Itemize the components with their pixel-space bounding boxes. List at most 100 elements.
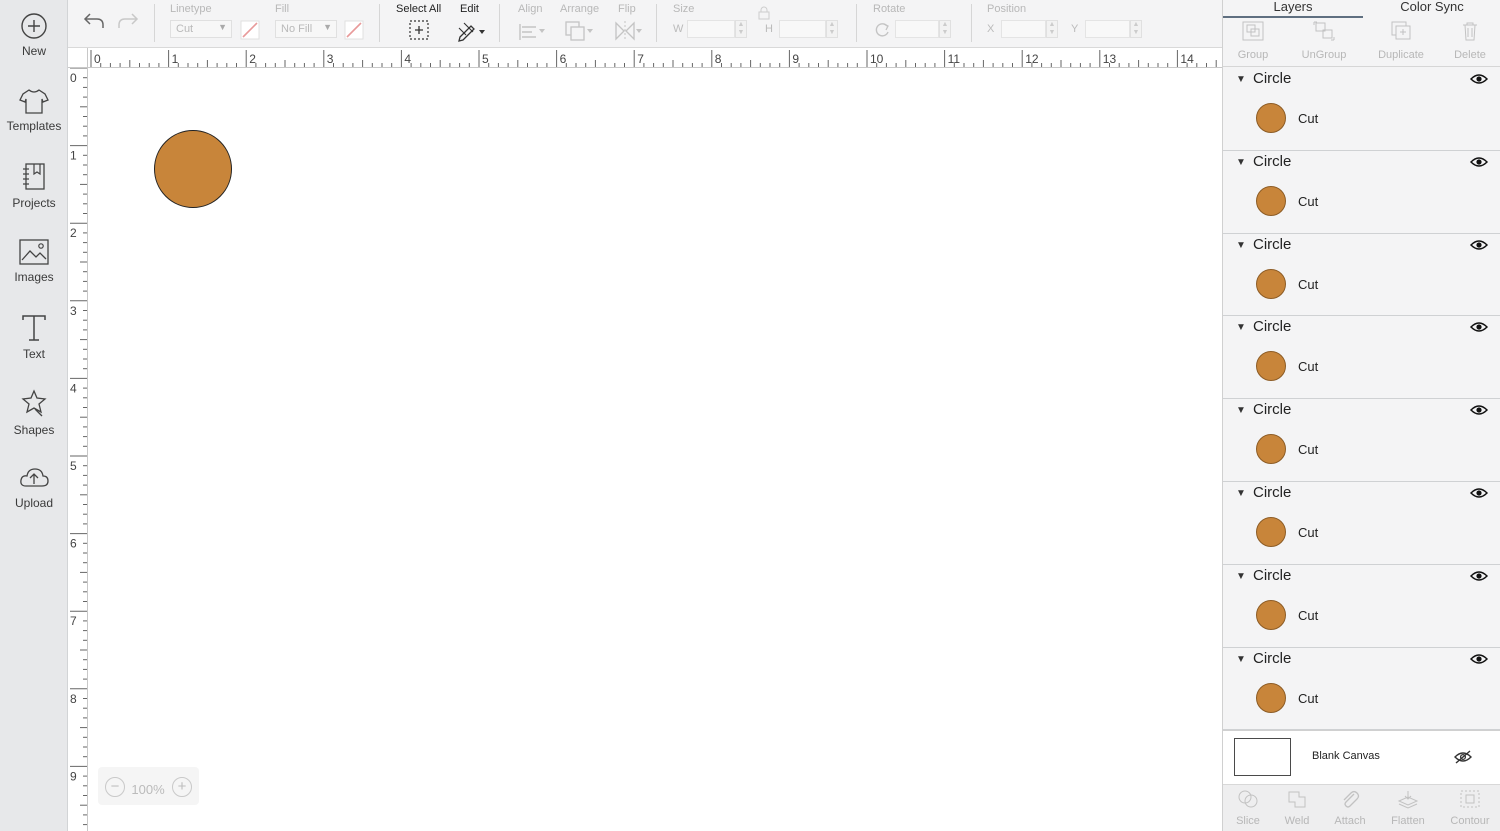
attach-label: Attach bbox=[1334, 815, 1366, 827]
align-icon[interactable] bbox=[518, 20, 548, 42]
eye-icon[interactable] bbox=[1470, 155, 1488, 169]
eye-icon[interactable] bbox=[1470, 320, 1488, 334]
eye-icon[interactable] bbox=[1470, 486, 1488, 500]
position-x-input[interactable] bbox=[1001, 20, 1046, 38]
fill-color-swatch-icon[interactable] bbox=[344, 20, 364, 40]
circle-shape[interactable] bbox=[154, 130, 232, 208]
flatten-button[interactable]: Flatten bbox=[1380, 789, 1436, 827]
sidebar-item-upload[interactable]: Upload bbox=[0, 464, 68, 534]
y-axis-label: Y bbox=[1071, 23, 1079, 35]
weld-button[interactable]: Weld bbox=[1269, 789, 1325, 827]
expand-caret-icon[interactable]: ▼ bbox=[1236, 240, 1246, 251]
edit-pen-icon[interactable] bbox=[456, 20, 488, 42]
blank-canvas-thumbnail[interactable] bbox=[1234, 738, 1291, 776]
undo-icon[interactable] bbox=[82, 11, 106, 31]
zoom-in-button[interactable]: + bbox=[172, 777, 192, 797]
layer-color-swatch[interactable] bbox=[1256, 599, 1286, 630]
sidebar-item-templates[interactable]: Templates bbox=[0, 87, 68, 157]
eye-icon[interactable] bbox=[1470, 238, 1488, 252]
ruler-number: 12 bbox=[1025, 52, 1039, 66]
ungroup-button[interactable]: UnGroup bbox=[1289, 21, 1359, 61]
attach-button[interactable]: Attach bbox=[1322, 789, 1378, 827]
duplicate-button[interactable]: Duplicate bbox=[1366, 21, 1436, 61]
tshirt-icon bbox=[19, 89, 49, 114]
ruler-number: 6 bbox=[560, 52, 567, 66]
flip-icon[interactable] bbox=[614, 20, 644, 42]
zoom-out-button[interactable]: − bbox=[105, 777, 125, 797]
select-all-icon[interactable] bbox=[408, 19, 430, 41]
expand-caret-icon[interactable]: ▼ bbox=[1236, 654, 1246, 665]
layer-color-swatch[interactable] bbox=[1256, 682, 1286, 713]
position-x-stepper[interactable]: ▲ ▼ bbox=[1046, 20, 1058, 38]
height-input[interactable] bbox=[779, 20, 826, 38]
layer-item[interactable]: ▼ Circle Cut bbox=[1223, 399, 1500, 482]
rotate-input[interactable] bbox=[895, 20, 939, 38]
layer-item[interactable]: ▼ Circle Cut bbox=[1223, 481, 1500, 565]
arrange-icon[interactable] bbox=[564, 20, 596, 42]
blank-canvas-row[interactable]: Blank Canvas bbox=[1223, 730, 1500, 784]
layer-item[interactable]: ▼ Circle Cut bbox=[1223, 564, 1500, 648]
expand-caret-icon[interactable]: ▼ bbox=[1236, 405, 1246, 416]
contour-icon bbox=[1460, 790, 1480, 808]
expand-caret-icon[interactable]: ▼ bbox=[1236, 322, 1246, 333]
layer-color-swatch[interactable] bbox=[1256, 103, 1286, 133]
eye-icon[interactable] bbox=[1470, 652, 1488, 666]
layer-item[interactable]: ▼ Circle Cut bbox=[1223, 233, 1500, 317]
redo-icon[interactable] bbox=[116, 11, 140, 31]
sidebar-label: New bbox=[21, 44, 46, 58]
ruler-number: 4 bbox=[404, 52, 411, 66]
expand-caret-icon[interactable]: ▼ bbox=[1236, 157, 1246, 168]
layer-item[interactable]: ▼ Circle Cut bbox=[1223, 150, 1500, 234]
layer-item[interactable]: ▼ Circle Cut bbox=[1223, 647, 1500, 731]
sidebar-item-text[interactable]: Text bbox=[0, 313, 68, 383]
layer-item[interactable]: ▼ Circle Cut bbox=[1223, 68, 1500, 151]
sidebar-item-shapes[interactable]: Shapes bbox=[0, 389, 68, 459]
width-axis-label: W bbox=[673, 23, 684, 35]
eye-icon[interactable] bbox=[1470, 569, 1488, 583]
layer-color-swatch[interactable] bbox=[1256, 268, 1286, 299]
layer-list: ▼ Circle Cut ▼ Circle Cut ▼ Circle Cut ▼… bbox=[1223, 68, 1500, 731]
eye-icon[interactable] bbox=[1470, 72, 1488, 86]
sidebar-item-new[interactable]: New bbox=[0, 12, 68, 82]
position-y-stepper[interactable]: ▲ ▼ bbox=[1130, 20, 1142, 38]
design-canvas[interactable] bbox=[88, 68, 1222, 831]
expand-caret-icon[interactable]: ▼ bbox=[1236, 571, 1246, 582]
layer-color-swatch[interactable] bbox=[1256, 516, 1286, 547]
expand-caret-icon[interactable]: ▼ bbox=[1236, 488, 1246, 499]
layer-color-swatch[interactable] bbox=[1256, 185, 1286, 216]
slice-button[interactable]: Slice bbox=[1220, 789, 1276, 827]
ruler-number: 3 bbox=[327, 52, 334, 66]
tab-color-sync[interactable]: Color Sync bbox=[1363, 0, 1500, 18]
edit-label: Edit bbox=[460, 3, 479, 15]
layer-operation: Cut bbox=[1298, 193, 1319, 209]
sidebar-item-images[interactable]: Images bbox=[0, 238, 68, 308]
toolbar-divider bbox=[499, 4, 500, 42]
height-stepper[interactable]: ▲ ▼ bbox=[826, 20, 838, 38]
rotate-stepper[interactable]: ▲ ▼ bbox=[939, 20, 951, 38]
tab-layers[interactable]: Layers bbox=[1223, 0, 1363, 18]
width-input[interactable] bbox=[687, 20, 735, 38]
position-y-input[interactable] bbox=[1085, 20, 1130, 38]
linetype-select[interactable]: Cut ▼ bbox=[170, 20, 232, 38]
width-stepper[interactable]: ▲ ▼ bbox=[735, 20, 747, 38]
layer-color-swatch[interactable] bbox=[1256, 434, 1286, 465]
zoom-control: − 100% + bbox=[98, 767, 199, 805]
eye-icon[interactable] bbox=[1470, 403, 1488, 417]
expand-caret-icon[interactable]: ▼ bbox=[1236, 74, 1246, 85]
contour-button[interactable]: Contour bbox=[1442, 789, 1498, 827]
ruler-number: 3 bbox=[70, 304, 77, 318]
layer-color-swatch[interactable] bbox=[1256, 351, 1286, 382]
toolbar-divider bbox=[154, 4, 155, 42]
sidebar-label: Upload bbox=[14, 496, 54, 510]
eye-hidden-icon[interactable] bbox=[1454, 750, 1472, 764]
group-button[interactable]: Group bbox=[1218, 21, 1288, 61]
sidebar-item-projects[interactable]: Projects bbox=[0, 162, 68, 232]
layer-item[interactable]: ▼ Circle Cut bbox=[1223, 316, 1500, 400]
fill-select[interactable]: No Fill ▼ bbox=[275, 20, 337, 38]
delete-button[interactable]: Delete bbox=[1435, 21, 1500, 61]
align-label: Align bbox=[518, 3, 543, 15]
combine-actions-bar: Slice Weld Attach Flatten Contour bbox=[1223, 784, 1500, 831]
linetype-color-swatch-icon[interactable] bbox=[240, 20, 260, 40]
blank-canvas-label: Blank Canvas bbox=[1312, 750, 1380, 762]
lock-icon[interactable] bbox=[757, 6, 771, 20]
